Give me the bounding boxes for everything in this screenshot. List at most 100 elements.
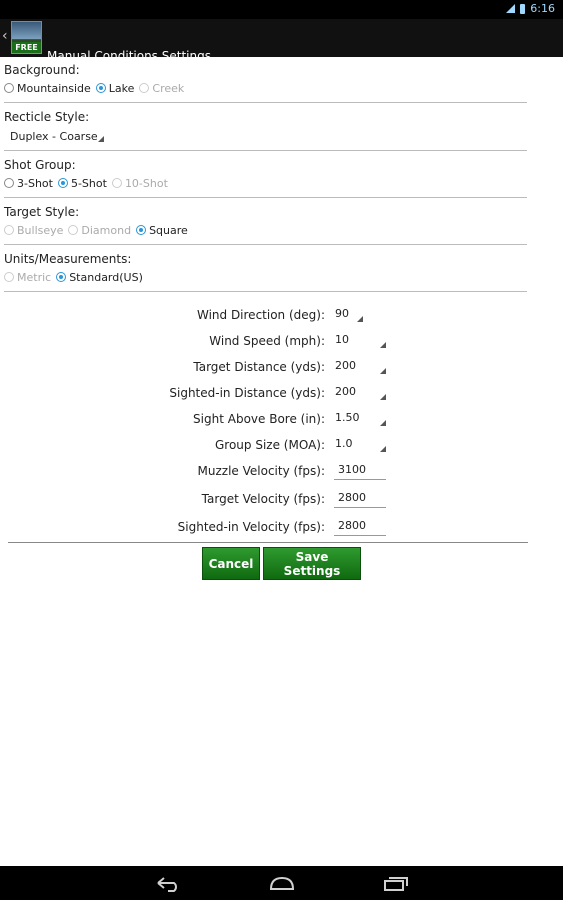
sighted-in-distance-row: Sighted-in Distance (yds): 200: [0, 380, 563, 406]
option-label: 10-Shot: [124, 176, 168, 190]
radio-icon: [4, 225, 14, 235]
radio-selected-icon[interactable]: [136, 225, 147, 235]
free-badge: FREE: [12, 42, 41, 53]
dropdown-arrow-icon: [380, 342, 386, 348]
reticle-section: Recticle Style: Duplex - Coarse: [4, 104, 527, 151]
settings-content: Background: Mountainside Lake Creek Rect…: [0, 57, 563, 293]
option-label: Bullseye: [17, 223, 64, 237]
units-option-standard[interactable]: Standard(US): [56, 271, 143, 284]
sighted-in-distance-select[interactable]: 200: [330, 383, 386, 401]
reticle-style-select[interactable]: Duplex - Coarse: [4, 126, 104, 146]
target-distance-select[interactable]: 200: [330, 357, 386, 375]
group-size-row: Group Size (MOA): 1.0: [0, 432, 563, 458]
sight-above-bore-select[interactable]: 1.50: [330, 409, 386, 427]
group-size-select[interactable]: 1.0: [330, 435, 386, 453]
radio-icon[interactable]: [4, 83, 14, 93]
option-label: 5-Shot: [70, 176, 107, 190]
target-style-option-diamond: Diamond: [68, 224, 131, 237]
sight-above-bore-label: Sight Above Bore (in):: [193, 412, 325, 426]
divider: [4, 197, 527, 198]
target-style-section: Target Style: Bullseye Diamond Square: [4, 199, 527, 245]
dropdown-arrow-icon: [380, 420, 386, 426]
divider: [4, 244, 527, 245]
target-distance-label: Target Distance (yds):: [193, 360, 325, 374]
radio-icon: [139, 83, 150, 93]
cancel-button[interactable]: Cancel: [202, 547, 260, 580]
target-velocity-label: Target Velocity (fps):: [201, 492, 325, 506]
sighted-in-distance-label: Sighted-in Distance (yds):: [169, 386, 325, 400]
option-label: Square: [149, 223, 188, 237]
radio-icon: [68, 225, 79, 235]
radio-selected-icon[interactable]: [95, 83, 106, 93]
option-label: Creek: [152, 81, 185, 95]
sighted-in-velocity-label: Sighted-in Velocity (fps):: [177, 520, 325, 534]
status-icons: 6:16: [506, 2, 555, 15]
target-style-options: Bullseye Diamond Square: [4, 220, 527, 240]
shot-group-label: Shot Group:: [4, 158, 76, 172]
save-settings-button[interactable]: Save Settings: [263, 547, 361, 580]
target-style-option-bullseye: Bullseye: [4, 224, 63, 237]
app-icon[interactable]: FREE: [11, 21, 42, 54]
radio-selected-icon[interactable]: [56, 272, 67, 282]
signal-icon: [506, 4, 516, 13]
radio-selected-icon[interactable]: [57, 178, 68, 188]
sighted-in-velocity-input[interactable]: [334, 516, 386, 536]
target-style-option-square[interactable]: Square: [136, 224, 188, 237]
muzzle-velocity-label: Muzzle Velocity (fps):: [197, 464, 325, 478]
target-distance-row: Target Distance (yds): 200: [0, 354, 563, 380]
sight-above-bore-row: Sight Above Bore (in): 1.50: [0, 406, 563, 432]
status-bar: 6:16: [0, 0, 563, 19]
muzzle-velocity-input[interactable]: [334, 460, 386, 480]
dropdown-arrow-icon: [380, 394, 386, 400]
target-velocity-input[interactable]: [334, 488, 386, 508]
dropdown-arrow-icon: [98, 136, 104, 142]
wind-direction-label: Wind Direction (deg):: [196, 308, 325, 322]
target-velocity-row: Target Velocity (fps):: [0, 486, 563, 512]
background-option-lake[interactable]: Lake: [95, 82, 134, 95]
sighted-in-velocity-row: Sighted-in Velocity (fps):: [0, 514, 563, 540]
units-label: Units/Measurements:: [4, 252, 132, 266]
divider: [4, 150, 527, 151]
up-caret-icon[interactable]: ‹: [2, 28, 8, 44]
wind-direction-select[interactable]: 90: [330, 305, 386, 323]
status-time: 6:16: [530, 2, 555, 15]
option-label: Metric: [17, 270, 52, 284]
option-label: Standard(US): [69, 270, 143, 284]
wind-direction-row: Wind Direction (deg): 90: [0, 302, 563, 328]
sighted-in-distance-value: 200: [335, 385, 356, 398]
reticle-label: Recticle Style:: [4, 110, 90, 124]
background-option-mountainside[interactable]: Mountainside: [4, 82, 91, 95]
back-icon[interactable]: [154, 874, 182, 892]
divider: [4, 102, 527, 103]
radio-icon[interactable]: [4, 178, 14, 188]
divider: [4, 291, 527, 292]
background-options: Mountainside Lake Creek: [4, 78, 527, 98]
background-option-creek: Creek: [139, 82, 184, 95]
radio-icon: [4, 272, 14, 282]
wind-speed-label: Wind Speed (mph):: [209, 334, 325, 348]
home-icon[interactable]: [268, 874, 296, 892]
background-section: Background: Mountainside Lake Creek: [4, 57, 527, 103]
wind-speed-select[interactable]: 10: [330, 331, 386, 349]
units-options: Metric Standard(US): [4, 267, 527, 287]
target-style-label: Target Style:: [4, 205, 80, 219]
wind-direction-value: 90: [335, 307, 349, 320]
target-distance-value: 200: [335, 359, 356, 372]
divider: [8, 542, 528, 543]
dropdown-arrow-icon: [380, 368, 386, 374]
dropdown-arrow-icon: [357, 316, 363, 322]
group-size-value: 1.0: [335, 437, 353, 450]
background-label: Background:: [4, 63, 80, 77]
option-label: Diamond: [81, 223, 132, 237]
shot-group-options: 3-Shot 5-Shot 10-Shot: [4, 173, 527, 193]
sight-above-bore-value: 1.50: [335, 411, 360, 424]
group-size-label: Group Size (MOA):: [215, 438, 325, 452]
units-option-metric: Metric: [4, 271, 51, 284]
battery-icon: [520, 3, 526, 14]
wind-speed-row: Wind Speed (mph): 10: [0, 328, 563, 354]
option-label: 3-Shot: [17, 176, 53, 190]
shot-group-option-3[interactable]: 3-Shot: [4, 177, 53, 190]
dropdown-arrow-icon: [380, 446, 386, 452]
shot-group-option-5[interactable]: 5-Shot: [57, 176, 107, 190]
recents-icon[interactable]: [382, 874, 410, 892]
